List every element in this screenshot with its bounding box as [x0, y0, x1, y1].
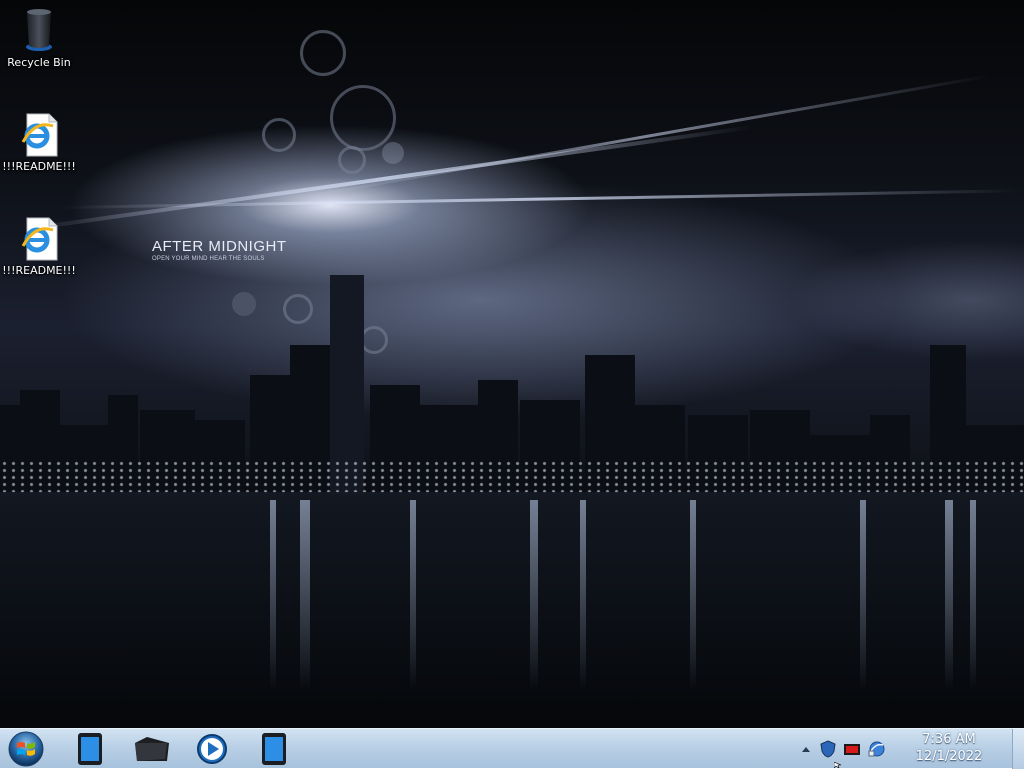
tray-display-button[interactable]: [842, 739, 862, 759]
red-display-icon: [844, 744, 860, 755]
light-reflection: [970, 500, 976, 690]
decor-circle: [338, 146, 366, 174]
desktop-icon-recycle-bin[interactable]: Recycle Bin: [1, 6, 77, 69]
wallpaper-subtitle: OPEN YOUR MIND HEAR THE SOULS: [152, 256, 265, 262]
light-reflection: [580, 500, 586, 690]
wallpaper-title: AFTER MIDNIGHT: [152, 238, 287, 255]
clock-time: 7:36 AM: [922, 732, 976, 747]
taskbar-pinned-app-2[interactable]: [127, 731, 175, 767]
desktop-icon-label: !!!README!!!: [2, 160, 76, 173]
taskbar-clock[interactable]: 7:36 AM 12/1/2022: [893, 731, 1005, 767]
tray-network-button[interactable]: [866, 739, 886, 759]
desktop-icon-readme-1[interactable]: !!!README!!!: [1, 110, 77, 173]
decor-circle: [300, 30, 346, 76]
blue-device-icon: [78, 733, 102, 765]
light-streak: [299, 74, 990, 199]
internet-explorer-file-icon: [21, 113, 58, 157]
blue-device-icon: [262, 733, 286, 765]
taskbar-pinned-app-4[interactable]: [250, 731, 298, 767]
light-reflection: [270, 500, 276, 690]
network-globe-icon: [868, 741, 885, 757]
internet-explorer-file-icon: [21, 217, 58, 261]
decor-circle: [382, 142, 404, 164]
city-lights: [0, 460, 1024, 494]
light-reflection: [300, 500, 310, 690]
show-hidden-icons-arrow-icon: [802, 747, 810, 752]
show-desktop-button[interactable]: [1012, 729, 1024, 769]
start-button[interactable]: [6, 730, 46, 768]
light-reflection: [530, 500, 538, 690]
light-reflection: [690, 500, 696, 690]
desktop[interactable]: AFTER MIDNIGHT OPEN YOUR MIND HEAR THE S…: [0, 0, 1024, 728]
taskbar-pinned-app-3[interactable]: [188, 731, 236, 767]
show-hidden-icons-button[interactable]: [796, 739, 816, 759]
security-shield-icon: [820, 740, 836, 758]
tray-security-button[interactable]: [818, 739, 838, 759]
mouse-cursor-icon: [834, 762, 842, 768]
water-reflection: [0, 492, 1024, 728]
black-folder-icon: [135, 737, 169, 761]
windows-start-orb-icon: [8, 731, 44, 767]
taskbar[interactable]: 7:36 AM 12/1/2022: [0, 728, 1024, 769]
desktop-icon-label: !!!README!!!: [2, 264, 76, 277]
decor-circle: [262, 118, 296, 152]
desktop-icon-label: Recycle Bin: [7, 56, 71, 69]
decor-circle: [330, 85, 396, 151]
desktop-icon-readme-2[interactable]: !!!README!!!: [1, 214, 77, 277]
light-reflection: [410, 500, 416, 690]
clock-date: 12/1/2022: [915, 749, 983, 764]
light-reflection: [860, 500, 866, 690]
media-player-icon: [197, 734, 227, 764]
recycle-bin-icon: [26, 9, 52, 51]
light-reflection: [945, 500, 953, 690]
taskbar-pinned-app-1[interactable]: [66, 731, 114, 767]
